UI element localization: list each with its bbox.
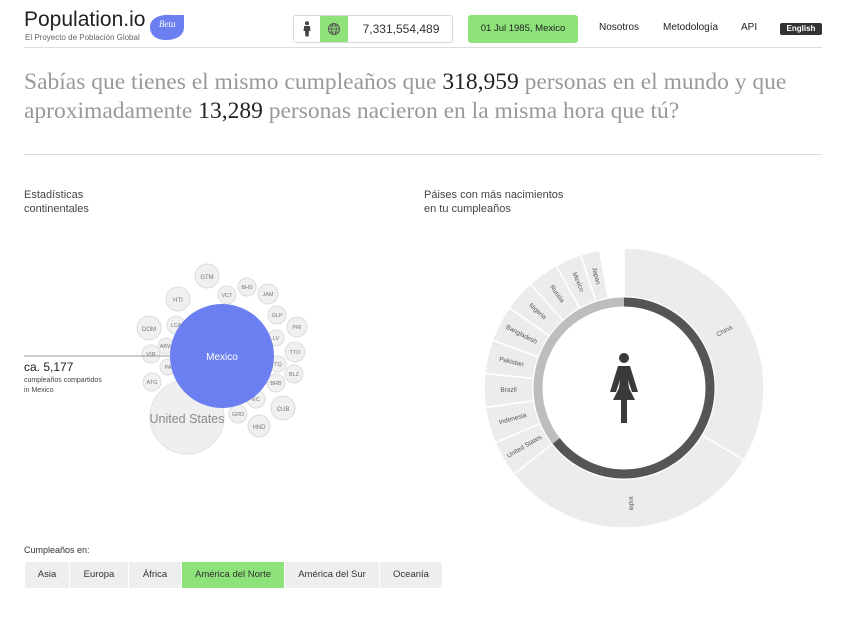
continental-bubble-chart: GTM BHS VCT JAM HTI GLP DOM LCA PRI ABW … (24, 263, 308, 455)
svg-text:BHS: BHS (241, 285, 253, 291)
birthdays-in-label: Cumpleaños en: (24, 545, 90, 555)
continental-title: Estadísticas continentales (24, 189, 89, 215)
segment-china[interactable] (623, 247, 765, 462)
svg-text:LV: LV (273, 336, 280, 342)
content-divider (24, 154, 822, 155)
header-divider (24, 47, 822, 48)
language-button[interactable]: English (780, 23, 822, 35)
svg-text:PRI: PRI (292, 325, 302, 331)
beta-label: Beta (159, 19, 176, 29)
tab-america-del-sur[interactable]: América del Sur (285, 562, 380, 588)
logo-tagline: El Proyecto de Población Global (25, 33, 140, 42)
svg-text:BLZ: BLZ (289, 372, 300, 378)
tab-europa[interactable]: Europa (70, 562, 129, 588)
svg-text:TQ: TQ (274, 362, 282, 368)
shared-birthdays-count: ca. 5,177 (24, 360, 74, 374)
svg-text:CUB: CUB (277, 407, 290, 413)
population-count: 7,331,554,489 (362, 22, 440, 36)
svg-text:GLP: GLP (271, 313, 282, 319)
tab-oceania[interactable]: Oceanía (380, 562, 442, 588)
tab-america-del-norte[interactable]: América del Norte (182, 562, 285, 588)
headline-text-1: Sabías que tienes el mismo cumpleaños qu… (24, 69, 443, 95)
mexico-label: Mexico (206, 352, 238, 363)
person-toggle-button[interactable] (294, 16, 321, 42)
shared-birthdays-label: cumpleaños compartidos in Mexico (24, 377, 102, 394)
svg-text:EC: EC (252, 397, 260, 403)
tab-africa[interactable]: África (129, 562, 182, 588)
label-brazil: Brazil (500, 387, 517, 394)
tab-asia[interactable]: Asia (25, 562, 70, 588)
logo-title[interactable]: Population.io (24, 8, 145, 32)
svg-text:GRD: GRD (232, 412, 244, 418)
svg-text:JAM: JAM (263, 292, 274, 298)
person-icon (303, 21, 311, 37)
svg-text:VCT: VCT (222, 293, 234, 299)
globe-toggle-button[interactable] (320, 16, 348, 42)
nav-api[interactable]: API (741, 22, 757, 33)
svg-text:HTI: HTI (173, 298, 183, 304)
countries-donut-chart: ChinaIndiaUnited StatesIndonesiaBrazilPa… (483, 247, 765, 529)
same-birthday-count: 318,959 (442, 69, 519, 95)
birthdate-country-button[interactable]: 01 Jul 1985, Mexico (468, 15, 578, 43)
united-states-label: United States (149, 412, 224, 426)
svg-text:HND: HND (253, 425, 267, 431)
svg-text:ATG: ATG (147, 380, 158, 386)
label-india: India (627, 496, 635, 511)
svg-text:PA: PA (165, 365, 172, 371)
woman-icon (610, 353, 638, 423)
svg-text:DOM: DOM (142, 327, 156, 333)
headline: Sabías que tienes el mismo cumpleaños qu… (24, 68, 824, 126)
same-hour-count: 13,289 (198, 98, 263, 124)
svg-text:VIR: VIR (146, 352, 155, 358)
segment-india[interactable] (512, 433, 746, 529)
svg-text:TTO: TTO (290, 350, 302, 356)
nav-nosotros[interactable]: Nosotros (599, 22, 639, 33)
continent-tabs: Asia Europa África América del Norte Amé… (25, 562, 442, 588)
countries-title: Páises con más nacimientos en tu cumplea… (424, 189, 564, 215)
svg-text:BRB: BRB (270, 381, 282, 387)
svg-text:GTM: GTM (200, 275, 213, 281)
headline-text-3: personas nacieron en la misma hora que t… (262, 98, 680, 124)
globe-icon (328, 23, 340, 35)
nav-metodologia[interactable]: Metodología (663, 22, 718, 33)
